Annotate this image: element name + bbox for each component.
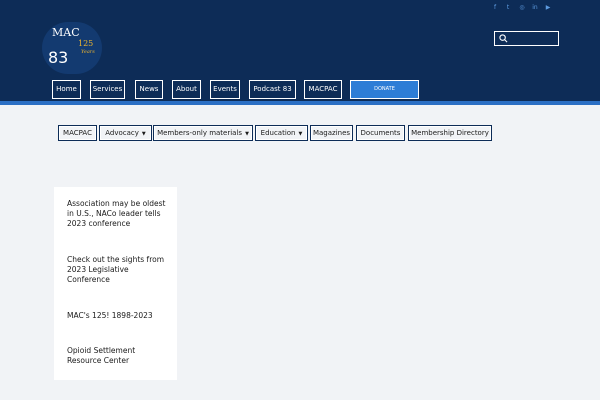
subnav-label: Education xyxy=(260,129,296,137)
nav-news[interactable]: News xyxy=(135,80,163,99)
chevron-down-icon: ▼ xyxy=(245,131,249,137)
mac-logo[interactable]: MAC 83 125 Years xyxy=(42,22,102,74)
subnav-documents[interactable]: Documents xyxy=(356,125,405,141)
sidebar-link-opioid-settlement[interactable]: Opioid Settlement Resource Center xyxy=(67,346,167,366)
youtube-icon[interactable]: ▶ xyxy=(543,4,553,11)
twitter-icon[interactable]: t xyxy=(503,4,513,11)
nav-home[interactable]: Home xyxy=(52,80,81,99)
nav-services[interactable]: Services xyxy=(90,80,125,99)
logo-number: 83 xyxy=(48,48,69,67)
subnav-macpac[interactable]: MACPAC xyxy=(58,125,97,141)
nav-about[interactable]: About xyxy=(172,80,201,99)
logo-years-text: Years xyxy=(81,49,95,55)
subnav-magazines[interactable]: Magazines xyxy=(310,125,353,141)
header-accent-bar xyxy=(0,101,600,105)
instagram-icon[interactable]: ◎ xyxy=(517,4,527,11)
nav-macpac[interactable]: MACPAC xyxy=(304,80,342,99)
subnav-label: Members-only materials xyxy=(157,129,243,137)
donate-button[interactable]: DONATE xyxy=(350,80,419,99)
subnav-label: MACPAC xyxy=(63,129,92,137)
subnav-label: Membership Directory xyxy=(411,129,489,137)
logo-mac-text: MAC xyxy=(52,26,80,39)
linkedin-icon[interactable]: in xyxy=(530,4,540,11)
subnav-members-only[interactable]: Members-only materials ▼ xyxy=(153,125,253,141)
sidebar-link-macs-125[interactable]: MAC's 125! 1898-2023 xyxy=(67,311,167,321)
facebook-icon[interactable]: f xyxy=(490,4,500,11)
nav-events[interactable]: Events xyxy=(210,80,240,99)
sidebar-link-legislative-conference[interactable]: Check out the sights from 2023 Legislati… xyxy=(67,255,167,285)
search-icon[interactable] xyxy=(499,34,508,43)
subnav-membership-directory[interactable]: Membership Directory xyxy=(408,125,492,141)
nav-podcast[interactable]: Podcast 83 xyxy=(249,80,296,99)
sidebar-news-list: Association may be oldest in U.S., NACo … xyxy=(54,187,177,380)
subnav-education[interactable]: Education ▼ xyxy=(255,125,308,141)
sidebar-link-oldest-association[interactable]: Association may be oldest in U.S., NACo … xyxy=(67,199,167,229)
subnav-label: Advocacy xyxy=(105,129,139,137)
subnav-advocacy[interactable]: Advocacy ▼ xyxy=(99,125,152,141)
search-input[interactable] xyxy=(494,31,559,46)
subnav-label: Magazines xyxy=(312,129,351,137)
subnav-label: Documents xyxy=(360,129,401,137)
site-header: MAC 83 125 Years f t ◎ in ▶ Home Service… xyxy=(0,0,600,101)
chevron-down-icon: ▼ xyxy=(298,131,303,137)
logo-anniversary: 125 xyxy=(78,39,94,48)
chevron-down-icon: ▼ xyxy=(141,131,146,137)
